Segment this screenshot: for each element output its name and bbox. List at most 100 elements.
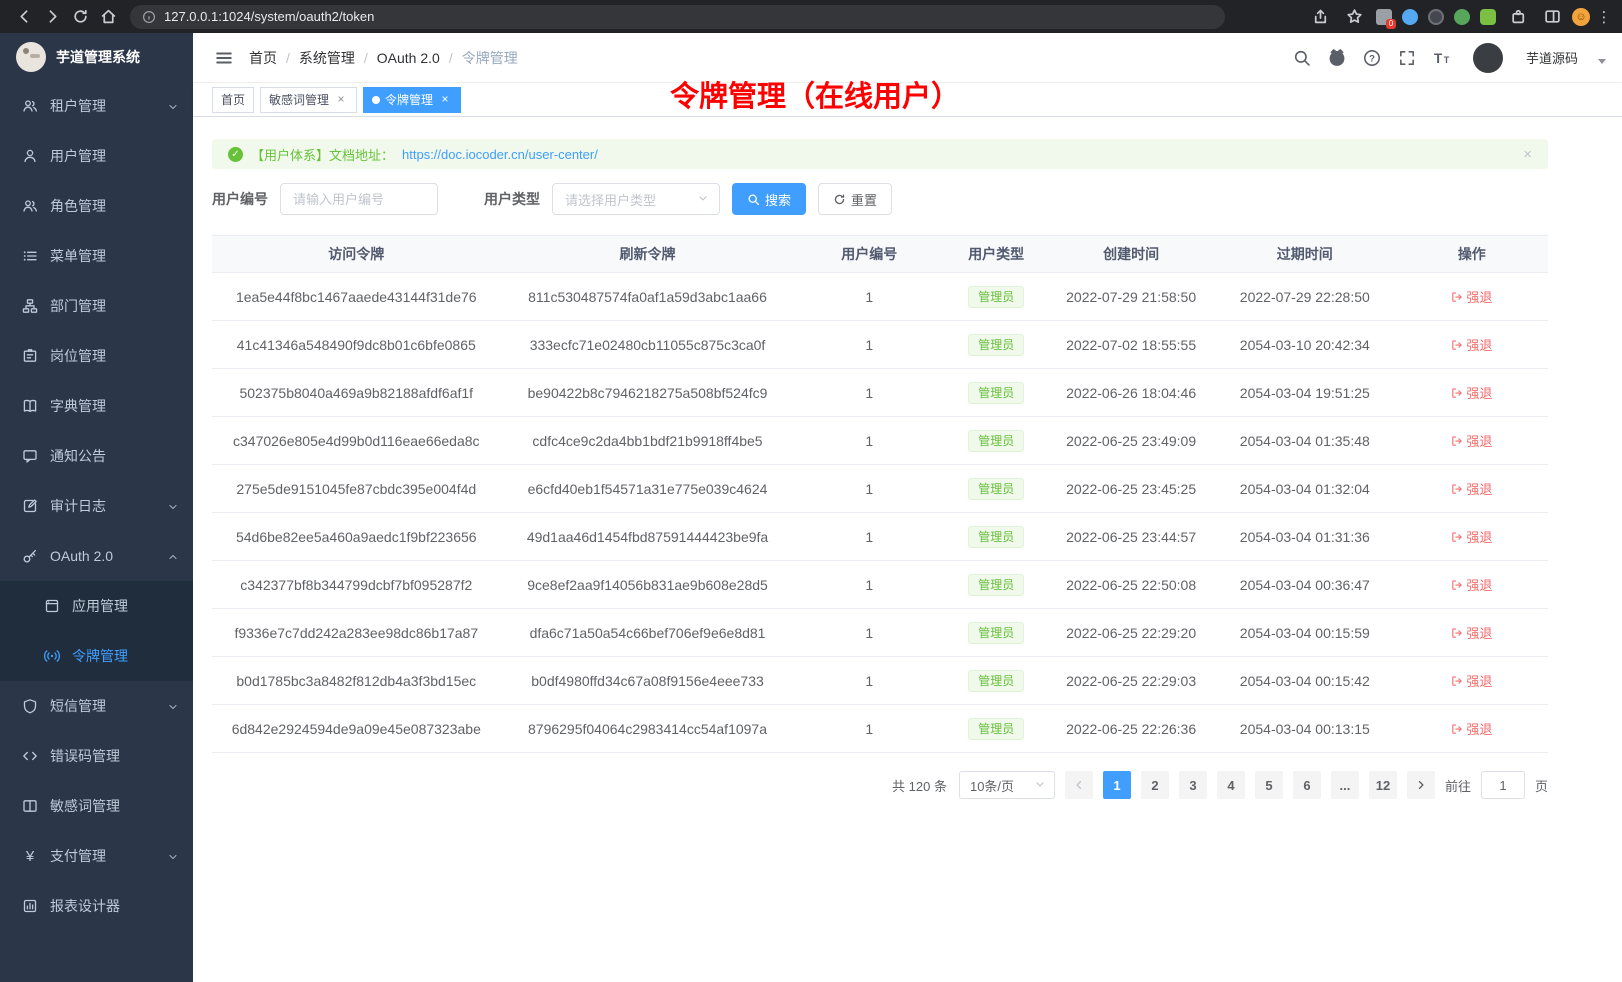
- extension-icon-3[interactable]: [1426, 7, 1446, 27]
- sidebar-item-audit-log[interactable]: 审计日志: [0, 481, 193, 531]
- user-type-badge: 管理员: [968, 574, 1024, 596]
- page-button-2[interactable]: 2: [1141, 771, 1169, 799]
- page-ellipsis[interactable]: ...: [1331, 771, 1359, 799]
- browser-actions: 0 ☺ ⋮: [1306, 3, 1612, 31]
- browser-back-button[interactable]: [10, 3, 38, 31]
- help-icon[interactable]: ?: [1362, 48, 1382, 68]
- logout-icon: [1451, 483, 1463, 495]
- table-row: f9336e7c7dd242a283ee98dc86b17a87 dfa6c71…: [212, 609, 1548, 657]
- force-logout-button[interactable]: 强退: [1451, 431, 1492, 450]
- force-logout-button[interactable]: 强退: [1451, 671, 1492, 690]
- sidebar-item-post[interactable]: 岗位管理: [0, 331, 193, 381]
- sidebar-item-error-code[interactable]: 错误码管理: [0, 731, 193, 781]
- browser-menu-icon[interactable]: ⋮: [1596, 8, 1612, 26]
- user-type-select[interactable]: 请选择用户类型: [552, 183, 720, 215]
- sidebar-item-sms[interactable]: 短信管理: [0, 681, 193, 731]
- search-icon[interactable]: [1292, 48, 1312, 68]
- address-bar[interactable]: 127.0.0.1:1024/system/oauth2/token: [130, 5, 1225, 29]
- prev-page-button[interactable]: [1065, 771, 1093, 799]
- col-user-type: 用户类型: [944, 236, 1048, 273]
- table-row: b0d1785bc3a8482f812db4a3f3bd15ec b0df498…: [212, 657, 1548, 705]
- extension-icon-1[interactable]: 0: [1374, 7, 1394, 27]
- site-info-icon[interactable]: [142, 10, 156, 24]
- sidebar-item-dept[interactable]: 部门管理: [0, 281, 193, 331]
- browser-toolbar: 127.0.0.1:1024/system/oauth2/token 0 ☺ ⋮: [0, 0, 1622, 33]
- table-row: 275e5de9151045fe87cbdc395e004f4d e6cfd40…: [212, 465, 1548, 513]
- sidebar-item-dict[interactable]: 字典管理: [0, 381, 193, 431]
- split-view-icon[interactable]: [1538, 3, 1566, 31]
- navbar-actions: ? TT 芋道源码: [1292, 43, 1606, 73]
- close-icon[interactable]: ×: [334, 93, 348, 107]
- profile-avatar[interactable]: ☺: [1572, 8, 1590, 26]
- breadcrumb-home[interactable]: 首页: [249, 48, 277, 68]
- page-button-3[interactable]: 3: [1179, 771, 1207, 799]
- sidebar-item-tenant[interactable]: 租户管理: [0, 81, 193, 131]
- tab-home[interactable]: 首页: [212, 87, 254, 113]
- force-logout-button[interactable]: 强退: [1451, 623, 1492, 642]
- tags-view: 首页 敏感词管理 × 令牌管理 ×: [193, 83, 1622, 117]
- alert-doc-link[interactable]: https://doc.iocoder.cn/user-center/: [402, 147, 598, 162]
- force-logout-button[interactable]: 强退: [1451, 575, 1492, 594]
- force-logout-button[interactable]: 强退: [1451, 719, 1492, 738]
- force-logout-button[interactable]: 强退: [1451, 287, 1492, 306]
- caret-down-icon[interactable]: [1598, 59, 1606, 64]
- tab-token[interactable]: 令牌管理 ×: [363, 87, 461, 113]
- sidebar-item-oauth2-token[interactable]: 令牌管理: [0, 631, 193, 681]
- extension-icon-2[interactable]: [1400, 7, 1420, 27]
- sidebar-item-role[interactable]: 角色管理: [0, 181, 193, 231]
- list-icon: [22, 248, 38, 264]
- breadcrumb-system[interactable]: 系统管理: [299, 48, 355, 68]
- github-icon[interactable]: [1327, 48, 1347, 68]
- page-button-5[interactable]: 5: [1255, 771, 1283, 799]
- browser-home-button[interactable]: [94, 3, 122, 31]
- sidebar-item-report-designer[interactable]: 报表设计器: [0, 881, 193, 931]
- browser-reload-button[interactable]: [66, 3, 94, 31]
- sidebar-item-oauth2[interactable]: OAuth 2.0: [0, 531, 193, 581]
- sidebar-item-user[interactable]: 用户管理: [0, 131, 193, 181]
- chart-icon: [22, 898, 38, 914]
- extension-icon-4[interactable]: [1452, 7, 1472, 27]
- search-button[interactable]: 搜索: [732, 183, 806, 215]
- sidebar-item-menu[interactable]: 菜单管理: [0, 231, 193, 281]
- fullscreen-icon[interactable]: [1397, 48, 1417, 68]
- hamburger-icon[interactable]: [207, 41, 241, 75]
- page-button-1[interactable]: 1: [1103, 771, 1131, 799]
- tab-sensitive-word[interactable]: 敏感词管理 ×: [260, 87, 357, 113]
- force-logout-button[interactable]: 强退: [1451, 527, 1492, 546]
- goto-page-input[interactable]: [1481, 771, 1525, 799]
- table-row: c347026e805e4d99b0d116eae66eda8c cdfc4ce…: [212, 417, 1548, 465]
- extensions-puzzle-icon[interactable]: [1504, 3, 1532, 31]
- user-type-badge: 管理员: [968, 286, 1024, 308]
- breadcrumb: 首页 / 系统管理 / OAuth 2.0 / 令牌管理: [249, 48, 518, 68]
- browser-forward-button[interactable]: [38, 3, 66, 31]
- page-size-select[interactable]: 10条/页: [959, 771, 1055, 799]
- url-text[interactable]: 127.0.0.1:1024/system/oauth2/token: [164, 9, 374, 24]
- badge-icon: [22, 348, 38, 364]
- extension-icon-5[interactable]: [1478, 7, 1498, 27]
- sidebar-item-sensitive-word[interactable]: 敏感词管理: [0, 781, 193, 831]
- sidebar-item-oauth2-app[interactable]: 应用管理: [0, 581, 193, 631]
- reset-button[interactable]: 重置: [818, 183, 892, 215]
- page-button-6[interactable]: 6: [1293, 771, 1321, 799]
- sidebar-item-notice[interactable]: 通知公告: [0, 431, 193, 481]
- people-icon: [22, 198, 38, 214]
- next-page-button[interactable]: [1407, 771, 1435, 799]
- alert-close-icon[interactable]: ×: [1523, 146, 1532, 163]
- user-id-input[interactable]: [280, 183, 438, 215]
- force-logout-button[interactable]: 强退: [1451, 335, 1492, 354]
- chevron-left-icon: [1073, 779, 1085, 791]
- user-avatar[interactable]: [1473, 43, 1503, 73]
- font-size-icon[interactable]: TT: [1432, 48, 1452, 68]
- bookmark-star-icon[interactable]: [1340, 3, 1368, 31]
- share-icon[interactable]: [1306, 3, 1334, 31]
- force-logout-button[interactable]: 强退: [1451, 479, 1492, 498]
- force-logout-button[interactable]: 强退: [1451, 383, 1492, 402]
- app-logo-row[interactable]: 芋道管理系统: [0, 33, 193, 81]
- app-window: 芋道管理系统 租户管理 用户管理 角色管理 菜单管理 部门管理: [0, 33, 1622, 982]
- user-name[interactable]: 芋道源码: [1526, 48, 1578, 67]
- page-button-12[interactable]: 12: [1369, 771, 1397, 799]
- page-button-4[interactable]: 4: [1217, 771, 1245, 799]
- breadcrumb-oauth2[interactable]: OAuth 2.0: [377, 50, 440, 66]
- close-icon[interactable]: ×: [438, 93, 452, 107]
- sidebar-item-pay[interactable]: ¥ 支付管理: [0, 831, 193, 881]
